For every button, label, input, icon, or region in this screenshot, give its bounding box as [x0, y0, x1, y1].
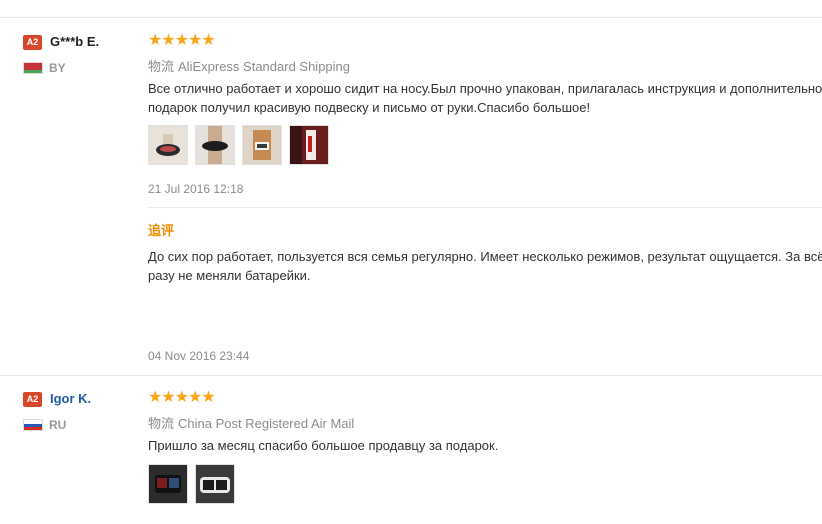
buyer-level-badge: A2	[23, 392, 42, 407]
belarus-flag-icon	[23, 62, 43, 74]
review-text: Все отлично работает и хорошо сидит на н…	[148, 79, 822, 117]
additional-review-date: 04 Nov 2016 23:44	[148, 349, 250, 363]
shipping-method: 物流 AliExpress Standard Shipping	[148, 56, 350, 75]
russia-flag-icon	[23, 419, 43, 431]
shipping-label: 物流	[148, 416, 175, 431]
shipping-value: China Post Registered Air Mail	[178, 416, 355, 431]
shipping-method: 物流 China Post Registered Air Mail	[148, 413, 354, 432]
review-text-line: Все отлично работает и хорошо сидит на н…	[148, 81, 822, 96]
additional-review-label: 追评	[148, 223, 175, 238]
reviewer-country: BY	[49, 61, 66, 75]
review-date: 21 Jul 2016 12:18	[148, 182, 244, 196]
review-photo-thumbnail[interactable]	[148, 464, 188, 504]
shipping-label: 物流	[148, 59, 175, 74]
review-text-line: разу не меняли батарейки.	[148, 268, 311, 283]
rating-stars: ★★★★★	[148, 32, 216, 49]
review-photo-thumbnail[interactable]	[195, 125, 235, 165]
reviewer-name[interactable]: G***b E.	[50, 34, 99, 49]
star-icon: ★★★★★	[148, 389, 216, 406]
top-divider	[0, 17, 822, 18]
reviewer-name[interactable]: Igor K.	[50, 391, 91, 406]
review-text-line: Пришло за месяц спасибо большое продавцу…	[148, 438, 499, 453]
rating-stars: ★★★★★	[148, 389, 216, 406]
review-text-line: До сих пор работает, пользуется вся семь…	[148, 249, 822, 264]
additional-review-text: До сих пор работает, пользуется вся семь…	[148, 247, 822, 285]
review-photo-thumbnail[interactable]	[242, 125, 282, 165]
review-photo-thumbnail[interactable]	[148, 125, 188, 165]
divider	[148, 207, 822, 208]
review-text-line: подарок получил красивую подвеску и пись…	[148, 100, 591, 115]
review-text: Пришло за месяц спасибо большое продавцу…	[148, 436, 822, 455]
buyer-level-badge: A2	[23, 35, 42, 50]
review-divider	[0, 375, 822, 376]
shipping-value: AliExpress Standard Shipping	[178, 59, 351, 74]
review-photo-thumbnail[interactable]	[195, 464, 235, 504]
star-icon: ★★★★★	[148, 32, 216, 49]
reviewer-country: RU	[49, 418, 67, 432]
review-photo-thumbnail[interactable]	[289, 125, 329, 165]
